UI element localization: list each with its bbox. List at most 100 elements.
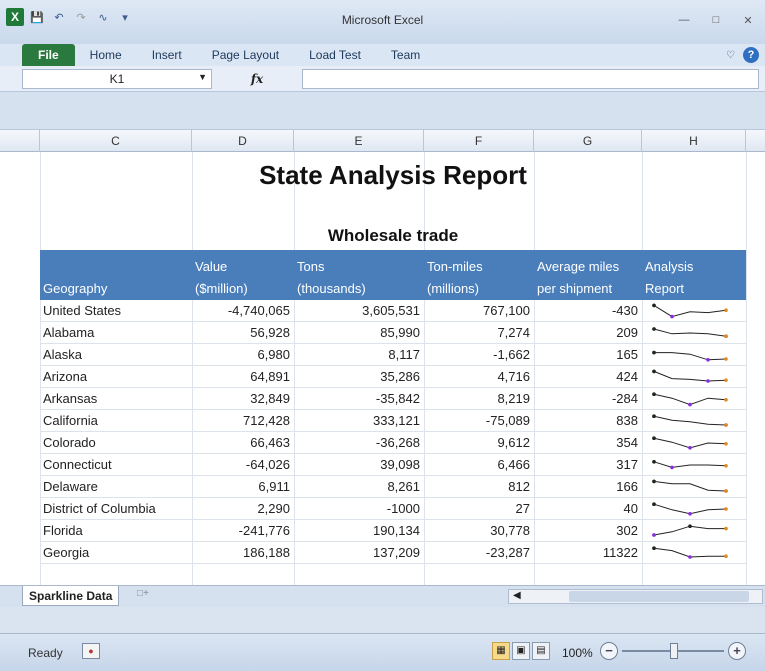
cell-tonmiles[interactable]: 27: [424, 498, 534, 519]
cell-value[interactable]: 6,911: [192, 476, 294, 497]
cell-tons[interactable]: 333,121: [294, 410, 424, 431]
cell-avg-miles[interactable]: 317: [534, 454, 642, 475]
cell-tons[interactable]: 8,261: [294, 476, 424, 497]
cell-tonmiles[interactable]: 8,219: [424, 388, 534, 409]
cell-tons[interactable]: -36,268: [294, 432, 424, 453]
cell-tonmiles[interactable]: 767,100: [424, 300, 534, 321]
cell-tons[interactable]: 39,098: [294, 454, 424, 475]
cell-tonmiles[interactable]: -1,662: [424, 344, 534, 365]
name-box[interactable]: K1 ▼: [22, 68, 212, 89]
cell-sparkline[interactable]: [642, 476, 746, 497]
cell-avg-miles[interactable]: 838: [534, 410, 642, 431]
cell-avg-miles[interactable]: 40: [534, 498, 642, 519]
tab-page-layout[interactable]: Page Layout: [197, 44, 294, 66]
scroll-left-icon[interactable]: ◀: [513, 590, 521, 601]
column-header-g[interactable]: G: [534, 130, 642, 152]
cell-tons[interactable]: 137,209: [294, 542, 424, 563]
cell-sparkline[interactable]: [642, 366, 746, 387]
table-row[interactable]: Florida -241,776 190,134 30,778 302: [40, 520, 746, 542]
cell-avg-miles[interactable]: 302: [534, 520, 642, 541]
column-header-f[interactable]: F: [424, 130, 534, 152]
cell-value[interactable]: 56,928: [192, 322, 294, 343]
horizontal-scrollbar[interactable]: ◀: [508, 589, 763, 604]
cell-geography[interactable]: Georgia: [40, 542, 192, 563]
column-header-d[interactable]: D: [192, 130, 294, 152]
cell-tons[interactable]: 8,117: [294, 344, 424, 365]
cell-geography[interactable]: California: [40, 410, 192, 431]
cell-value[interactable]: -64,026: [192, 454, 294, 475]
cell-value[interactable]: 32,849: [192, 388, 294, 409]
cell-avg-miles[interactable]: 354: [534, 432, 642, 453]
restore-icon[interactable]: □: [705, 12, 727, 28]
zoom-slider-thumb[interactable]: [670, 643, 678, 659]
cell-geography[interactable]: Connecticut: [40, 454, 192, 475]
chevron-down-icon[interactable]: ▼: [198, 72, 207, 82]
formula-input[interactable]: [302, 68, 759, 89]
cell-avg-miles[interactable]: 424: [534, 366, 642, 387]
column-header-c[interactable]: C: [40, 130, 192, 152]
cell-tonmiles[interactable]: -23,287: [424, 542, 534, 563]
cell-geography[interactable]: Colorado: [40, 432, 192, 453]
table-row[interactable]: District of Columbia 2,290 -1000 27 40: [40, 498, 746, 520]
cell-tons[interactable]: -35,842: [294, 388, 424, 409]
tab-insert[interactable]: Insert: [137, 44, 197, 66]
cell-avg-miles[interactable]: 165: [534, 344, 642, 365]
cell-sparkline[interactable]: [642, 498, 746, 519]
table-row[interactable]: California 712,428 333,121 -75,089 838: [40, 410, 746, 432]
cell-sparkline[interactable]: [642, 542, 746, 563]
select-all-corner[interactable]: [0, 130, 40, 152]
cell-geography[interactable]: Alabama: [40, 322, 192, 343]
table-row[interactable]: Connecticut -64,026 39,098 6,466 317: [40, 454, 746, 476]
cell-sparkline[interactable]: [642, 454, 746, 475]
close-icon[interactable]: ✕: [737, 12, 759, 28]
cell-geography[interactable]: United States: [40, 300, 192, 321]
page-break-view-icon[interactable]: ▤: [532, 642, 550, 660]
cell-value[interactable]: -241,776: [192, 520, 294, 541]
zoom-out-icon[interactable]: −: [600, 642, 618, 660]
table-row[interactable]: Colorado 66,463 -36,268 9,612 354: [40, 432, 746, 454]
minimize-icon[interactable]: —: [673, 12, 695, 28]
cell-tonmiles[interactable]: 7,274: [424, 322, 534, 343]
cell-geography[interactable]: Arizona: [40, 366, 192, 387]
macro-record-icon[interactable]: ●: [82, 643, 100, 659]
cell-value[interactable]: 712,428: [192, 410, 294, 431]
cell-sparkline[interactable]: [642, 388, 746, 409]
cell-avg-miles[interactable]: -430: [534, 300, 642, 321]
cell-sparkline[interactable]: [642, 322, 746, 343]
table-row[interactable]: Delaware 6,911 8,261 812 166: [40, 476, 746, 498]
help-icon[interactable]: ?: [743, 47, 759, 63]
cell-value[interactable]: 6,980: [192, 344, 294, 365]
cell-tons[interactable]: 85,990: [294, 322, 424, 343]
zoom-in-icon[interactable]: +: [728, 642, 746, 660]
cell-tonmiles[interactable]: 30,778: [424, 520, 534, 541]
cell-sparkline[interactable]: [642, 520, 746, 541]
scrollbar-thumb[interactable]: [569, 591, 749, 602]
cell-tons[interactable]: 3,605,531: [294, 300, 424, 321]
minimize-ribbon-icon[interactable]: ♡: [726, 50, 735, 61]
zoom-level[interactable]: 100%: [562, 646, 593, 660]
column-header-e[interactable]: E: [294, 130, 424, 152]
table-row[interactable]: Georgia 186,188 137,209 -23,287 11322: [40, 542, 746, 564]
cell-tonmiles[interactable]: 812: [424, 476, 534, 497]
tab-team[interactable]: Team: [376, 44, 435, 66]
insert-sheet-icon[interactable]: □+: [128, 588, 158, 604]
column-header-h[interactable]: H: [642, 130, 746, 152]
cell-tons[interactable]: -1000: [294, 498, 424, 519]
cell-value[interactable]: 2,290: [192, 498, 294, 519]
table-row[interactable]: Arkansas 32,849 -35,842 8,219 -284: [40, 388, 746, 410]
cell-sparkline[interactable]: [642, 410, 746, 431]
cell-tons[interactable]: 35,286: [294, 366, 424, 387]
cell-value[interactable]: 186,188: [192, 542, 294, 563]
cell-value[interactable]: -4,740,065: [192, 300, 294, 321]
cell-sparkline[interactable]: [642, 300, 746, 321]
tab-file[interactable]: File: [22, 44, 75, 66]
tab-home[interactable]: Home: [75, 44, 137, 66]
cell-tonmiles[interactable]: -75,089: [424, 410, 534, 431]
cell-value[interactable]: 66,463: [192, 432, 294, 453]
cell-tonmiles[interactable]: 4,716: [424, 366, 534, 387]
cell-geography[interactable]: Delaware: [40, 476, 192, 497]
page-layout-view-icon[interactable]: ▣: [512, 642, 530, 660]
cell-geography[interactable]: Florida: [40, 520, 192, 541]
table-row[interactable]: Arizona 64,891 35,286 4,716 424: [40, 366, 746, 388]
fx-icon[interactable]: fx: [212, 72, 302, 86]
